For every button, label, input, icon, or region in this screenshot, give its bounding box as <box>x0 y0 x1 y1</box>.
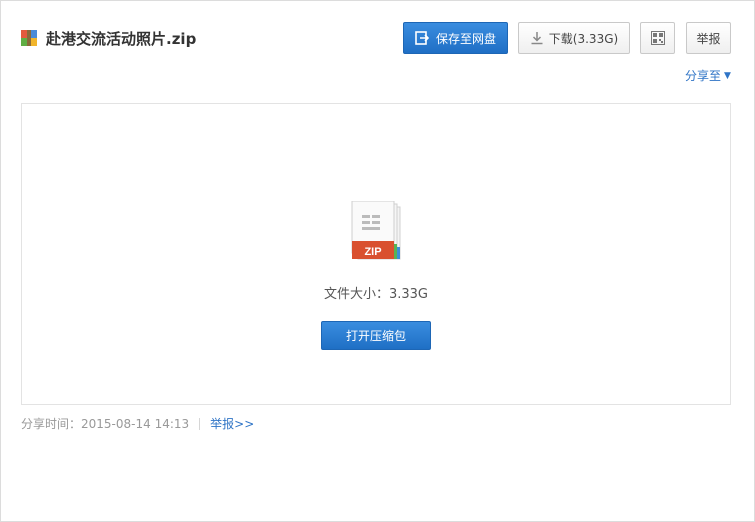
file-size-line: 文件大小：3.33G <box>22 283 730 302</box>
zip-file-icon: ZIP <box>351 201 401 260</box>
file-title: 赴港交流活动照片.zip <box>21 28 196 48</box>
divider <box>199 417 201 430</box>
download-icon <box>531 32 543 45</box>
preview-panel: ZIP 文件大小：3.33G 打开压缩包 <box>21 103 731 405</box>
file-size-label: 文件大小： <box>323 287 389 302</box>
open-archive-button[interactable]: 打开压缩包 <box>321 321 431 350</box>
qr-code-button[interactable] <box>640 22 675 54</box>
share-time-label: 分享时间： <box>21 417 82 431</box>
file-name: 赴港交流活动照片.zip <box>46 29 197 48</box>
zip-archive-icon <box>21 30 37 46</box>
share-to-menu[interactable]: 分享至 ▼ <box>685 67 731 84</box>
report-link[interactable]: 举报>> <box>210 415 254 432</box>
save-button-label: 保存至网盘 <box>435 31 496 46</box>
qr-code-icon <box>650 31 665 45</box>
share-meta: 分享时间： 2015-08-14 14:13 举报>> <box>21 415 254 432</box>
save-to-disk-icon <box>415 31 429 45</box>
download-button-label: 下载(3.33G) <box>548 31 619 46</box>
file-size-value: 3.33G <box>388 287 429 302</box>
report-button[interactable]: 举报 <box>686 22 731 54</box>
share-time-value: 2015-08-14 14:13 <box>81 416 190 431</box>
zip-type-label: ZIP <box>364 246 381 258</box>
share-to-label: 分享至 <box>685 69 722 83</box>
save-to-cloud-button[interactable]: 保存至网盘 <box>403 22 508 54</box>
chevron-down-icon: ▼ <box>724 70 731 81</box>
download-button[interactable]: 下载(3.33G) <box>518 22 630 54</box>
